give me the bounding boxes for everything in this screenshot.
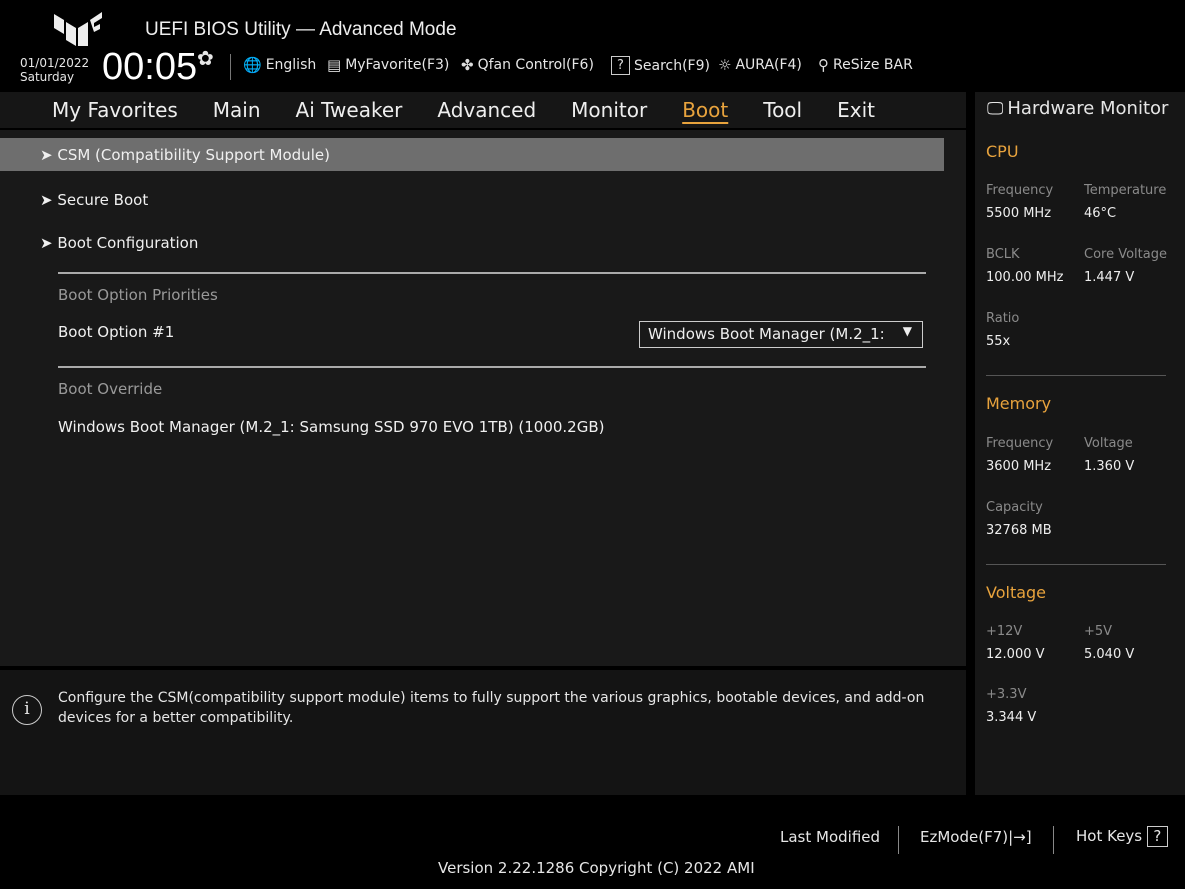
item-label: Boot Configuration bbox=[57, 234, 199, 252]
tab-ai-tweaker[interactable]: Ai Tweaker bbox=[296, 92, 403, 128]
memory-freq-label: Frequency bbox=[986, 436, 1054, 451]
toolbar-search-f9[interactable]: ? Search(F9) bbox=[611, 56, 710, 75]
tab-main[interactable]: Main bbox=[213, 92, 261, 128]
help-icon: ? bbox=[1146, 826, 1168, 847]
menu-item-secure-boot[interactable]: ➤ Secure Boot bbox=[40, 191, 148, 209]
boot-override-item[interactable]: Windows Boot Manager (M.2_1: Samsung SSD… bbox=[58, 418, 604, 436]
cpu-freq-label: Frequency bbox=[986, 183, 1054, 198]
app-title: UEFI BIOS Utility — Advanced Mode bbox=[145, 19, 457, 40]
info-icon: i bbox=[12, 695, 42, 725]
monitor-icon: 🖵 bbox=[987, 98, 1004, 119]
tab-exit[interactable]: Exit bbox=[837, 92, 875, 128]
voltage-heading: Voltage bbox=[986, 583, 1047, 602]
memory-cap-value: 32768 MB bbox=[986, 523, 1052, 538]
memory-freq-value: 3600 MHz bbox=[986, 459, 1052, 474]
voltage-v12-value: 12.000 V bbox=[986, 647, 1045, 662]
memory-volt-value: 1.360 V bbox=[1084, 459, 1135, 474]
globe-icon: 🌐 bbox=[243, 56, 262, 74]
toolbar-resize-bar[interactable]: ⚲ ReSize BAR bbox=[818, 56, 913, 74]
voltage-v12-label: +12V bbox=[986, 624, 1023, 639]
divider bbox=[986, 375, 1166, 376]
date: 01/01/2022 bbox=[20, 56, 90, 70]
boot-priorities-label: Boot Option Priorities bbox=[58, 286, 218, 304]
cpu-bclk-label: BCLK bbox=[986, 247, 1020, 262]
ezmode-button[interactable]: EzMode(F7)|→] bbox=[920, 828, 1032, 846]
toolbar-myfavorite-f3[interactable]: ▤ MyFavorite(F3) bbox=[327, 56, 449, 74]
tab-monitor[interactable]: Monitor bbox=[571, 92, 647, 128]
boot-panel bbox=[0, 130, 966, 666]
cpu-cv-value: 1.447 V bbox=[1084, 270, 1135, 285]
date-display: 01/01/2022 Saturday bbox=[20, 56, 89, 84]
cpu-temp-value: 46°C bbox=[1084, 206, 1117, 221]
memory-heading: Memory bbox=[986, 394, 1052, 413]
voltage-v5-label: +5V bbox=[1084, 624, 1113, 639]
chevron-down-icon: ▼ bbox=[902, 324, 912, 338]
toolbar-label: Qfan Control(F6) bbox=[477, 57, 594, 73]
divider bbox=[986, 564, 1166, 565]
tab-advanced[interactable]: Advanced bbox=[437, 92, 536, 128]
item-label: CSM (Compatibility Support Module) bbox=[57, 146, 330, 164]
tab-my-favorites[interactable]: My Favorites bbox=[52, 92, 178, 128]
cpu-bclk-value: 100.00 MHz bbox=[986, 270, 1064, 285]
boot-option-1-select[interactable]: Windows Boot Manager (M.2_1: ▼ bbox=[639, 321, 923, 348]
aura-icon: ☼ bbox=[718, 56, 732, 74]
search-icon: ? bbox=[611, 56, 630, 75]
toolbar-qfan-control-f6[interactable]: ✤ Qfan Control(F6) bbox=[461, 56, 594, 74]
memory-volt-label: Voltage bbox=[1084, 436, 1133, 451]
last-modified-button[interactable]: Last Modified bbox=[780, 828, 880, 846]
voltage-v5-value: 5.040 V bbox=[1084, 647, 1135, 662]
divider bbox=[898, 826, 899, 854]
version-text: Version 2.22.1286 Copyright (C) 2022 AMI bbox=[438, 859, 755, 877]
tuf-logo bbox=[54, 12, 102, 46]
menu-item-boot-configuration[interactable]: ➤ Boot Configuration bbox=[40, 234, 198, 252]
fan-icon: ✤ bbox=[461, 56, 474, 74]
weekday: Saturday bbox=[20, 70, 75, 84]
toolbar-label: AURA(F4) bbox=[735, 57, 802, 73]
title-text: Hardware Monitor bbox=[1007, 98, 1169, 119]
toolbar-english[interactable]: 🌐 English bbox=[243, 56, 316, 74]
item-label: Secure Boot bbox=[57, 191, 149, 209]
toolbar-aura-f4[interactable]: ☼ AURA(F4) bbox=[718, 56, 802, 74]
cpu-temp-label: Temperature bbox=[1084, 183, 1167, 198]
divider bbox=[230, 54, 231, 80]
cpu-ratio-value: 55x bbox=[986, 334, 1011, 349]
tab-boot[interactable]: Boot bbox=[682, 92, 728, 128]
tab-tool[interactable]: Tool bbox=[763, 92, 802, 128]
main-tabs: My Favorites Main Ai Tweaker Advanced Monito… bbox=[0, 92, 966, 128]
hardware-monitor-title: 🖵 Hardware Monitor bbox=[987, 98, 1168, 119]
hot-keys-label: Hot Keys bbox=[1076, 827, 1143, 845]
cpu-ratio-label: Ratio bbox=[986, 311, 1020, 326]
voltage-v33-value: 3.344 V bbox=[986, 710, 1037, 725]
memory-cap-label: Capacity bbox=[986, 500, 1043, 515]
toolbar-label: English bbox=[265, 57, 317, 73]
toolbar-label: Search(F9) bbox=[634, 57, 710, 74]
gear-icon[interactable]: ✿ bbox=[197, 46, 214, 70]
toolbar-label: ReSize BAR bbox=[833, 57, 913, 73]
divider bbox=[58, 366, 926, 368]
voltage-v33-label: +3.3V bbox=[986, 687, 1027, 702]
divider bbox=[58, 272, 926, 274]
menu-item-csm[interactable]: ➤ CSM (Compatibility Support Module) bbox=[40, 146, 330, 164]
boot-override-label: Boot Override bbox=[58, 380, 163, 398]
boot-option-1-label: Boot Option #1 bbox=[58, 323, 175, 341]
divider bbox=[1053, 826, 1054, 854]
favorite-icon: ▤ bbox=[327, 56, 342, 74]
toolbar-label: MyFavorite(F3) bbox=[345, 57, 450, 73]
clock: 00:05 bbox=[102, 46, 198, 88]
resize-bar-icon: ⚲ bbox=[818, 56, 829, 74]
hot-keys-button[interactable]: Hot Keys ? bbox=[1076, 826, 1168, 847]
cpu-freq-value: 5500 MHz bbox=[986, 206, 1052, 221]
select-value: Windows Boot Manager (M.2_1: bbox=[648, 325, 885, 343]
cpu-cv-label: Core Voltage bbox=[1084, 247, 1167, 262]
help-text: Configure the CSM(compatibility support … bbox=[58, 690, 925, 726]
cpu-heading: CPU bbox=[986, 142, 1019, 161]
